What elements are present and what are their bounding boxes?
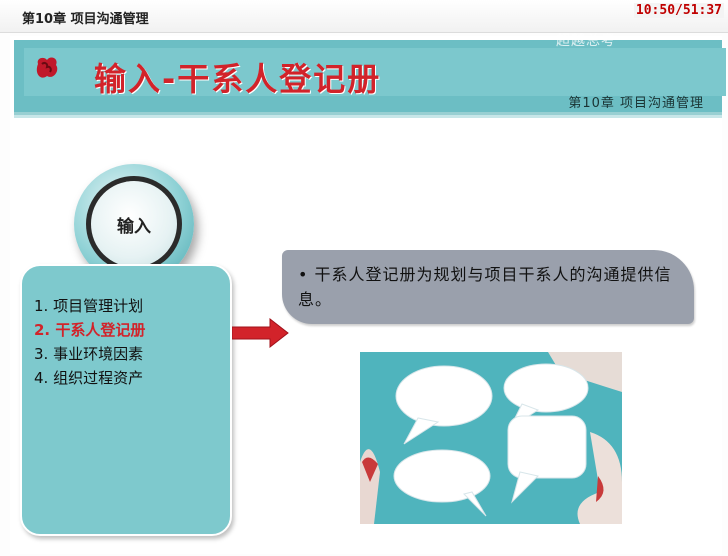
list-item-active: 2. 干系人登记册 <box>34 321 146 339</box>
slide-subtitle: 第10章 项目沟通管理 <box>568 96 704 111</box>
list-item: 4. 组织过程资产 <box>34 369 144 387</box>
slide-title: 输入-干系人登记册 <box>94 60 382 98</box>
callout-box: • 干系人登记册为规划与项目干系人的沟通提供信息。 <box>282 250 694 324</box>
arrow-right-icon <box>232 318 289 348</box>
list-item: 1. 项目管理计划 <box>34 297 144 315</box>
bullet-icon: • <box>298 265 309 284</box>
inputs-list: 1. 项目管理计划 2. 干系人登记册 3. 事业环境因素 4. 组织过程资产 <box>34 294 214 390</box>
window-topbar: 第10章 项目沟通管理 10:50/51:37 <box>0 0 728 33</box>
slide-banner: 输入-干系人登记册 第10章 项目沟通管理 <box>14 40 726 112</box>
chapter-title: 第10章 项目沟通管理 <box>22 12 149 27</box>
input-circle-label: 输入 <box>117 216 151 237</box>
watermark: 超越总考 <box>556 33 616 49</box>
input-circle-ring: 输入 <box>86 176 182 272</box>
callout-text: • 干系人登记册为规划与项目干系人的沟通提供信息。 <box>298 262 690 312</box>
slide-canvas: 输入-干系人登记册 第10章 项目沟通管理 输入 1. 项目管理计划 2. 干系… <box>10 36 726 554</box>
playback-timer: 10:50/51:37 <box>633 3 724 18</box>
logo-icon <box>36 57 58 78</box>
list-item: 3. 事业环境因素 <box>34 345 144 363</box>
input-circle-center: 输入 <box>91 181 177 267</box>
callout-sentence: 干系人登记册为规划与项目干系人的沟通提供信息。 <box>298 265 672 309</box>
speech-bubbles-image <box>360 352 622 524</box>
